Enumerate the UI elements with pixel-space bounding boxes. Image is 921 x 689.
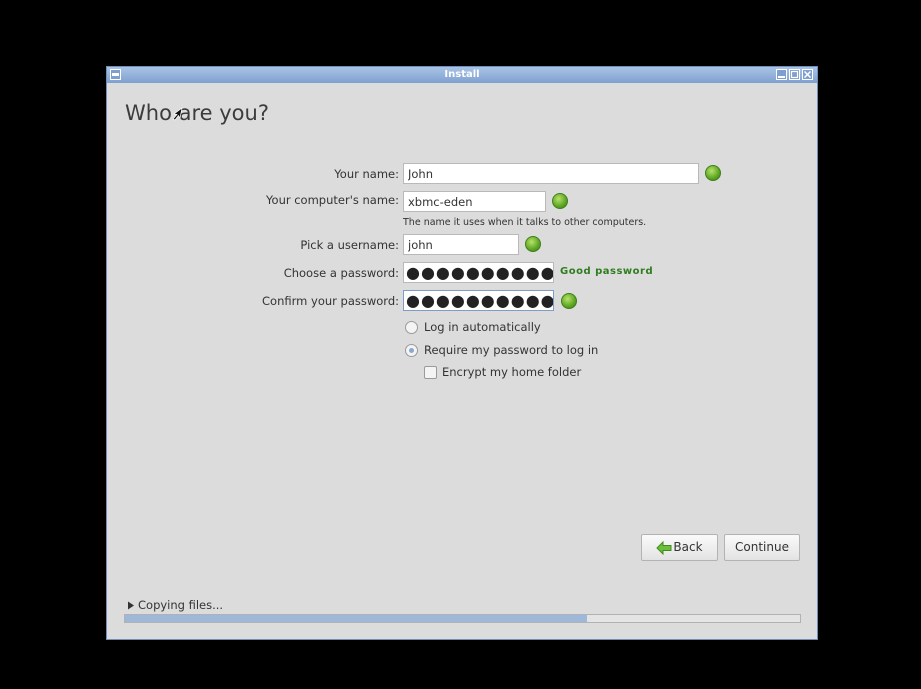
confirm-password-label: Confirm your password: <box>262 294 399 308</box>
password-input[interactable]: ●●●●●●●●●●●●●●● <box>403 262 554 283</box>
triangle-right-icon <box>128 601 134 610</box>
progress-fill <box>125 615 588 622</box>
password-label: Choose a password: <box>283 266 399 280</box>
green-left-arrow-icon <box>656 540 672 555</box>
username-valid-check-ok-icon <box>525 236 541 252</box>
computer-name-input[interactable] <box>403 191 546 212</box>
minimize-icon[interactable] <box>776 69 787 80</box>
back-button-label: Back <box>673 540 703 554</box>
encrypt-home-label[interactable]: Encrypt my home folder <box>442 365 581 379</box>
installer-window: Install Who are you? Your name: Your com… <box>106 66 818 640</box>
password-strength: Good password <box>560 266 654 277</box>
back-button[interactable]: Back <box>641 534 718 561</box>
computer-name-valid-check-ok-icon <box>552 193 568 209</box>
username-label: Pick a username: <box>300 238 399 252</box>
require-password-radio[interactable] <box>405 344 418 357</box>
window-title: Install <box>444 69 480 80</box>
require-password-label[interactable]: Require my password to log in <box>424 343 598 357</box>
computer-name-hint: The name it uses when it talks to other … <box>403 217 647 228</box>
titlebar[interactable]: Install <box>107 67 817 83</box>
maximize-icon[interactable] <box>789 69 800 80</box>
name-label: Your name: <box>334 167 399 181</box>
confirm-valid-check-ok-icon <box>561 293 577 309</box>
close-icon[interactable] <box>802 69 813 80</box>
name-input[interactable] <box>403 163 699 184</box>
confirm-password-input[interactable]: ●●●●●●●●●●●●●●● <box>403 290 554 311</box>
auto-login-label[interactable]: Log in automatically <box>424 320 541 334</box>
page-title: Who are you? <box>125 101 269 125</box>
username-input[interactable] <box>403 234 519 255</box>
install-progress-bar <box>124 614 801 623</box>
copying-files-expander[interactable]: Copying files... <box>127 598 223 612</box>
continue-button[interactable]: Continue <box>724 534 800 561</box>
encrypt-home-checkbox[interactable] <box>424 366 437 379</box>
computer-name-label: Your computer's name: <box>266 193 399 207</box>
name-valid-check-ok-icon <box>705 165 721 181</box>
mouse-cursor-icon <box>172 107 183 121</box>
auto-login-radio[interactable] <box>405 321 418 334</box>
expander-label: Copying files... <box>138 598 224 612</box>
